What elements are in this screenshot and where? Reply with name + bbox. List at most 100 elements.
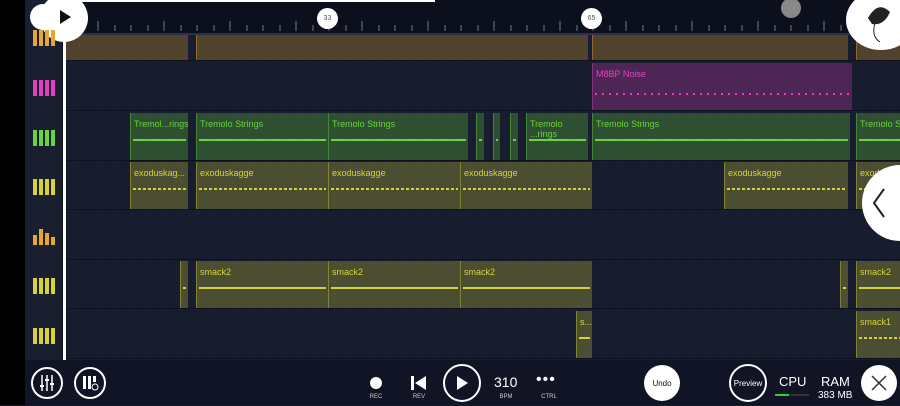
ruler-tick <box>130 25 132 31</box>
preview-button[interactable]: Preview <box>729 364 767 402</box>
ruler-tick <box>460 25 462 31</box>
pattern-clip[interactable]: smack2 <box>328 261 460 308</box>
left-edge <box>0 0 25 405</box>
ruler-tick <box>179 25 182 31</box>
clip-notes <box>727 188 846 190</box>
clip-label: Tremolo St <box>860 119 900 129</box>
ruler-tick <box>113 25 116 31</box>
fruit-logo-icon <box>868 7 890 43</box>
ruler-tick <box>278 25 281 31</box>
piano-icon[interactable] <box>33 326 55 344</box>
ruler-tick <box>839 25 842 31</box>
clip-notes <box>859 337 900 339</box>
pattern-clip[interactable]: Tremolo St <box>856 113 900 160</box>
clip-notes <box>331 287 458 289</box>
clip-notes <box>133 139 186 141</box>
clip-label: Tremolo Strings <box>332 119 396 129</box>
pattern-clip[interactable]: Tremolo ...rings <box>526 113 588 160</box>
close-icon <box>871 375 887 391</box>
clip-label: smack2 <box>464 267 496 277</box>
pattern-clip[interactable]: smack2 <box>460 261 592 308</box>
pattern-clip[interactable] <box>476 113 484 160</box>
bpm-label: BPM <box>499 394 513 400</box>
pattern-clip[interactable]: smack1 <box>856 311 900 358</box>
clip-label: smack2 <box>200 267 232 277</box>
tempo-value[interactable]: 310 <box>494 374 517 390</box>
pattern-clip[interactable]: exoduskag... <box>130 162 188 209</box>
piano-icon[interactable] <box>33 78 55 96</box>
pattern-clip[interactable]: Tremolo Strings <box>592 113 850 160</box>
bar-marker[interactable]: 65 <box>581 8 602 29</box>
fl-logo-button[interactable] <box>846 0 900 50</box>
rewind-button[interactable] <box>411 376 427 390</box>
playhead[interactable] <box>63 0 66 362</box>
pattern-clip[interactable] <box>493 113 500 160</box>
clip-notes <box>331 188 458 190</box>
pattern-clip[interactable] <box>510 113 518 160</box>
clip-label: Tremolo ...rings <box>530 119 563 139</box>
pattern-clip[interactable] <box>840 261 848 308</box>
track-row[interactable]: smack2 smack2 smack2 smack2 <box>63 260 900 309</box>
track-row[interactable]: M8BP Noise <box>63 62 900 111</box>
close-button[interactable] <box>861 365 897 401</box>
pattern-clip[interactable]: M8BP Noise <box>592 63 852 110</box>
bottom-toolbar: REC REV 310 BPM ••• CTRL Undo Preview CP… <box>25 360 900 405</box>
rec-label: REC <box>369 394 383 400</box>
clip-label: Tremol...rings <box>134 119 188 129</box>
ruler-tick <box>196 25 198 31</box>
horizontal-scrollbar[interactable] <box>63 0 435 2</box>
piano-icon[interactable] <box>33 276 55 294</box>
ruler-tick <box>823 21 825 31</box>
pattern-clip[interactable]: exoduskagge <box>724 162 848 209</box>
mixer-button[interactable] <box>31 367 63 399</box>
pattern-clip[interactable]: exoduskagge <box>196 162 328 209</box>
pattern-clip[interactable]: smack2 <box>856 261 900 308</box>
track-row[interactable] <box>63 211 900 260</box>
clip-notes <box>463 188 590 190</box>
undo-button[interactable]: Undo <box>644 365 680 401</box>
play-button[interactable] <box>443 364 481 402</box>
ruler-tick <box>542 25 545 31</box>
ruler-tick <box>559 21 561 31</box>
ruler-tick <box>229 21 231 31</box>
pattern-clip[interactable]: exoduskagge <box>328 162 460 209</box>
track-row[interactable]: Tremol...rings Tremolo Strings Tremolo Str… <box>63 112 900 161</box>
pattern-clip[interactable]: smack2 <box>196 261 328 308</box>
ruler-tick <box>344 25 347 31</box>
ruler-tick <box>806 25 809 31</box>
clip-notes <box>513 139 516 141</box>
pattern-clip[interactable]: s... <box>576 311 592 358</box>
piano-icon[interactable] <box>33 128 55 146</box>
timeline-ruler[interactable]: 33 65 <box>63 0 900 35</box>
track-row[interactable]: exoduskag... exoduskagge exoduskagge exodus… <box>63 161 900 210</box>
piano-icon[interactable] <box>33 177 55 195</box>
clip-notes <box>199 287 326 289</box>
drum-icon[interactable] <box>33 28 55 46</box>
pattern-clip[interactable]: Tremolo Strings <box>196 113 328 160</box>
loop-end-handle[interactable] <box>781 0 801 18</box>
more-controls-button[interactable]: ••• <box>536 371 556 389</box>
cpu-meter <box>775 394 809 396</box>
ruler-tick <box>608 25 611 31</box>
pattern-clip[interactable]: Tremolo Strings <box>328 113 468 160</box>
rev-label: REV <box>412 394 426 400</box>
ruler-tick <box>245 25 248 31</box>
pattern-clip[interactable] <box>180 261 188 308</box>
clip-notes <box>133 188 186 190</box>
ruler-tick <box>212 25 215 31</box>
clip-label: s... <box>580 317 592 327</box>
track-row[interactable]: s... smack1 <box>63 310 900 359</box>
equalizer-icon[interactable] <box>33 227 55 245</box>
clip-notes <box>496 139 498 141</box>
ruler-tick <box>740 25 743 31</box>
pattern-clip[interactable]: exoduskagge <box>460 162 592 209</box>
clip-label: exoduskag... <box>134 168 186 178</box>
side-panel-toggle[interactable] <box>862 165 900 241</box>
ruler-tick <box>641 25 644 31</box>
ruler-tick <box>790 25 792 31</box>
instrument-settings-button[interactable] <box>74 367 106 399</box>
ruler-tick <box>443 25 446 31</box>
record-button[interactable] <box>370 377 382 389</box>
pattern-clip[interactable]: Tremol...rings <box>130 113 188 160</box>
bar-marker[interactable]: 33 <box>317 8 338 29</box>
